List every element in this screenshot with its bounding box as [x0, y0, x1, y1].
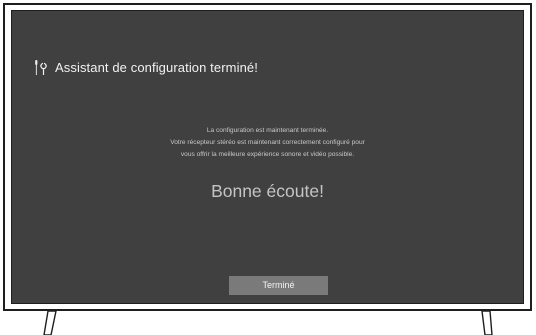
tv-stand [43, 311, 493, 335]
tv-frame: Assistant de configuration terminé! La c… [3, 3, 532, 311]
dialog-title: Assistant de configuration terminé! [55, 60, 258, 75]
dialog-header: Assistant de configuration terminé! [33, 59, 258, 76]
wrench-screwdriver-icon [33, 59, 49, 76]
completion-message: La configuration est maintenant terminée… [12, 125, 523, 161]
message-line: Votre récepteur stéréo est maintenant co… [170, 139, 365, 146]
tv-leg-left [43, 311, 57, 335]
message-line: vous offrir la meilleure expérience sono… [180, 151, 355, 158]
tv-leg-right [481, 311, 493, 335]
enjoy-heading: Bonne écoute! [211, 181, 324, 201]
done-button[interactable]: Terminé [229, 276, 328, 295]
message-line: La configuration est maintenant terminée… [206, 127, 329, 134]
tv-screen: Assistant de configuration terminé! La c… [11, 10, 524, 304]
